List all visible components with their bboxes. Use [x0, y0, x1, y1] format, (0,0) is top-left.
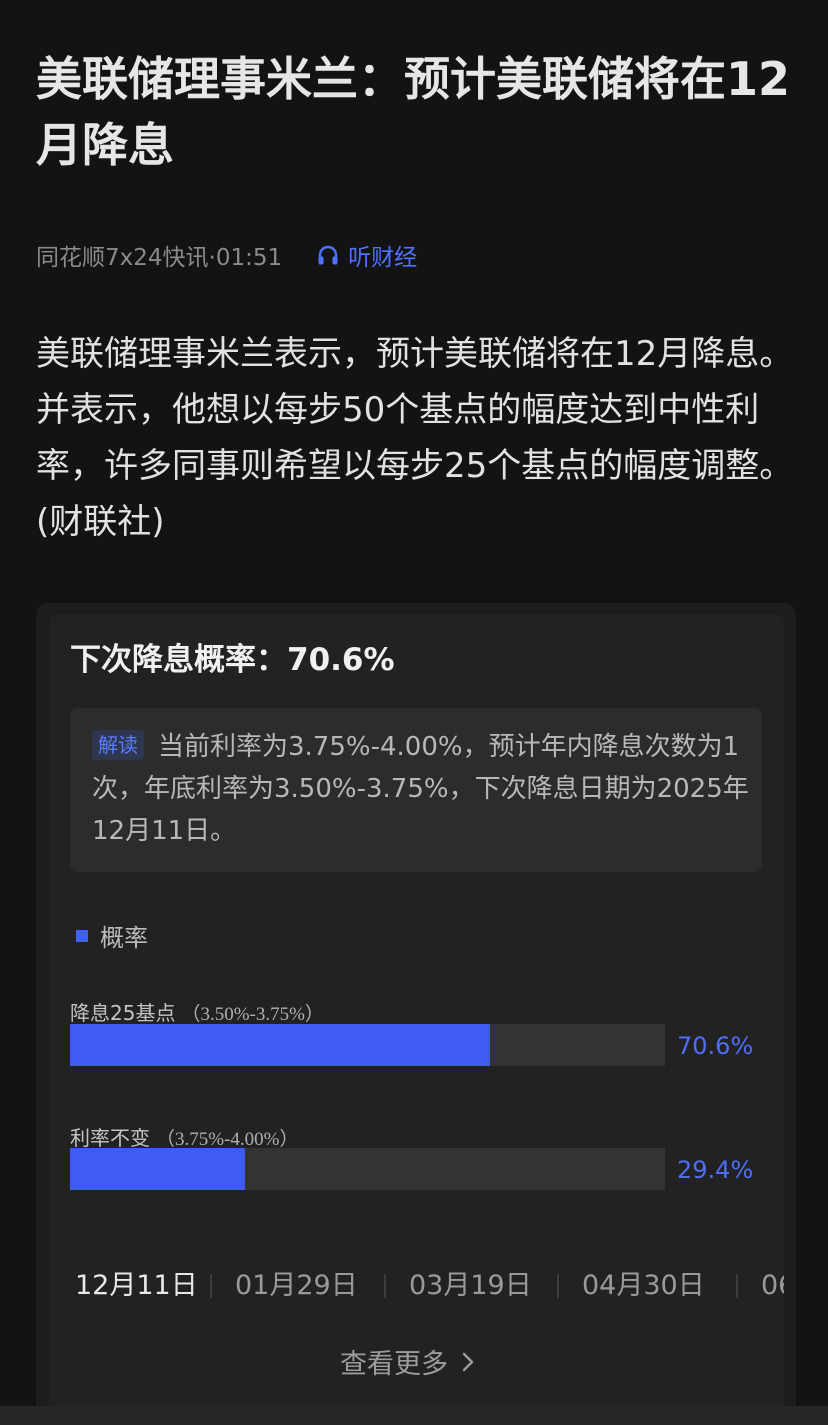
next-cut-probability: 下次降息概率：70.6%: [70, 642, 395, 678]
date-tab-4[interactable]: 04月30日: [582, 1266, 705, 1306]
chart-legend: 概率: [76, 918, 148, 953]
bar-category-hold: 利率不变: [70, 1126, 150, 1150]
bar-range-hold: （3.75%-4.00%）: [156, 1129, 299, 1150]
bar-range-cut25: （3.50%-3.75%）: [181, 1004, 324, 1025]
listen-button[interactable]: 听财经: [316, 238, 417, 272]
meeting-date-tabs: 12月11日 01月29日 03月19日 04月30日 06: [49, 1266, 784, 1306]
see-more-button[interactable]: 查看更多: [340, 1342, 476, 1381]
bar-fill-cut25: [70, 1024, 491, 1066]
article-title: 美联储理事米兰：预计美联储将在12月降息: [36, 52, 791, 172]
bar-label-hold: 利率不变 （3.75%-4.00%）: [70, 1122, 298, 1151]
interpret-text: 解读 当前利率为3.75%-4.00%，预计年内降息次数为1次，年底利率为3.50…: [92, 726, 752, 852]
date-tab-5[interactable]: 06: [761, 1266, 784, 1306]
see-more-label: 查看更多: [340, 1349, 448, 1380]
listen-label: 听财经: [348, 245, 418, 271]
interpret-tag: 解读: [92, 730, 144, 760]
interpret-content: 当前利率为3.75%-4.00%，预计年内降息次数为1次，年底利率为3.50%-…: [92, 732, 749, 846]
date-divider: [557, 1274, 559, 1298]
date-divider: [210, 1274, 212, 1298]
legend-swatch: [76, 929, 88, 942]
bottom-bar: [0, 1406, 828, 1425]
bar-fill-hold: [70, 1148, 245, 1190]
bar-track-cut25: [70, 1024, 665, 1066]
source-time: 同花顺7x24快讯·01:51: [36, 245, 283, 271]
date-divider: [736, 1274, 738, 1298]
bar-value-cut25: 70.6%: [677, 1032, 754, 1060]
bar-track-hold: [70, 1148, 665, 1190]
legend-label: 概率: [100, 924, 148, 952]
article-meta: 同花顺7x24快讯·01:51 听财经: [36, 238, 417, 272]
article-body: 美联储理事米兰表示，预计美联储将在12月降息。并表示，他想以每步50个基点的幅度…: [36, 334, 794, 542]
date-tab-1[interactable]: 12月11日: [75, 1266, 198, 1306]
bar-label-cut25: 降息25基点 （3.50%-3.75%）: [70, 997, 324, 1026]
date-tab-2[interactable]: 01月29日: [235, 1266, 358, 1306]
date-tab-3[interactable]: 03月19日: [409, 1266, 532, 1306]
bar-category-cut25: 降息25基点: [70, 1001, 176, 1025]
chevron-right-icon: [462, 1352, 474, 1371]
headphones-icon: [318, 245, 338, 265]
date-divider: [384, 1274, 386, 1298]
bar-value-hold: 29.4%: [677, 1156, 754, 1184]
